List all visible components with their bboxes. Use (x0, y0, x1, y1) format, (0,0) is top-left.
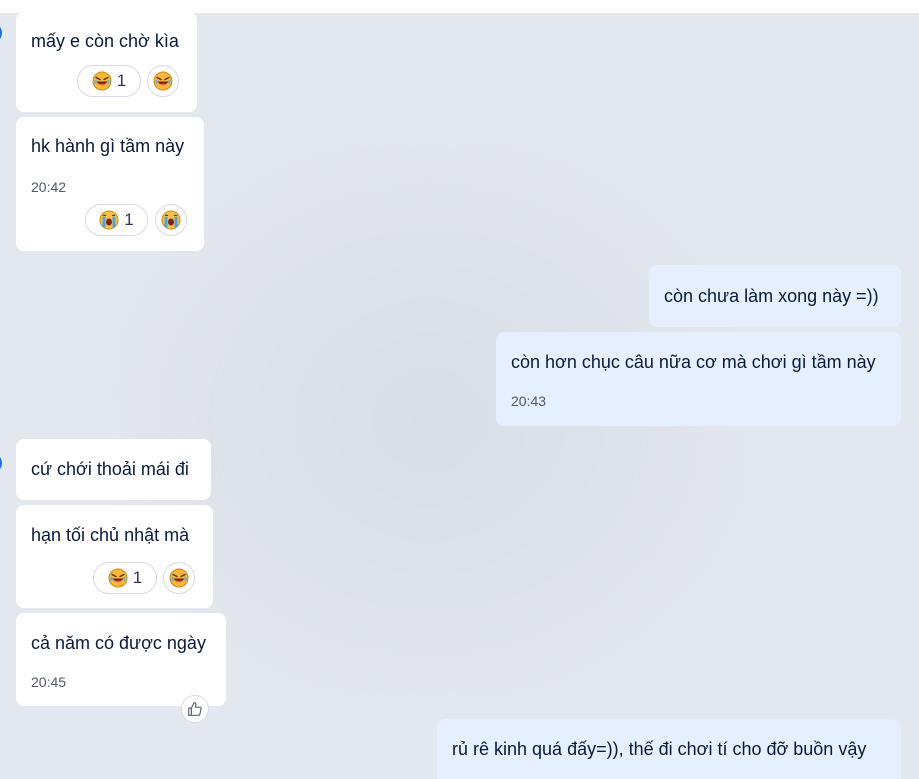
thumbs-up-icon (186, 700, 204, 718)
laughing-crying-face-icon (169, 568, 189, 588)
message-bubble-incoming[interactable]: cả năm có được ngày 20:45 (16, 613, 226, 706)
add-reaction-button[interactable] (163, 562, 195, 594)
message-bubble-outgoing[interactable]: rủ rê kinh quá đấy=)), thế đi chơi tí ch… (437, 719, 901, 779)
laughing-crying-face-icon (153, 71, 173, 91)
laughing-crying-face-icon (92, 71, 112, 91)
loudly-crying-face-icon (161, 210, 181, 230)
message-text: còn chưa làm xong này =)) (664, 286, 879, 306)
message-text: còn hơn chục câu nữa cơ mà chơi gì tầm n… (511, 352, 876, 372)
loudly-crying-face-icon (99, 210, 119, 230)
reaction-count: 1 (132, 568, 143, 587)
like-reaction-button[interactable] (181, 695, 209, 723)
message-text: rủ rê kinh quá đấy=)), thế đi chơi tí ch… (452, 739, 867, 759)
message-text: hạn tối chủ nhật mà (31, 525, 190, 545)
message-text: mấy e còn chờ kìa (31, 31, 179, 51)
sender-avatar[interactable] (0, 453, 2, 473)
reaction-chip[interactable]: 1 (93, 562, 157, 594)
add-reaction-button[interactable] (155, 204, 187, 236)
message-bubble-outgoing[interactable]: còn hơn chục câu nữa cơ mà chơi gì tầm n… (496, 332, 901, 426)
message-text: cứ chới thoải mái đi (31, 459, 189, 479)
message-time: 20:42 (31, 179, 67, 195)
message-bubble-incoming[interactable]: cứ chới thoải mái đi (16, 439, 211, 500)
sender-avatar[interactable] (0, 23, 2, 43)
reaction-count: 1 (124, 210, 134, 229)
add-reaction-button[interactable] (147, 65, 179, 97)
reaction-chip[interactable]: 1 (85, 204, 148, 236)
laughing-crying-face-icon (108, 568, 128, 588)
message-bubble-outgoing[interactable]: còn chưa làm xong này =)) (649, 265, 901, 327)
message-text: hk hành gì tầm này (31, 136, 185, 156)
message-text: cả năm có được ngày (31, 633, 206, 653)
reaction-chip[interactable]: 1 (77, 65, 141, 97)
message-bubble-incoming[interactable]: mấy e còn chờ kìa (16, 12, 197, 112)
reaction-count: 1 (116, 71, 127, 90)
message-time: 20:43 (511, 393, 547, 409)
message-time: 20:45 (31, 674, 67, 690)
